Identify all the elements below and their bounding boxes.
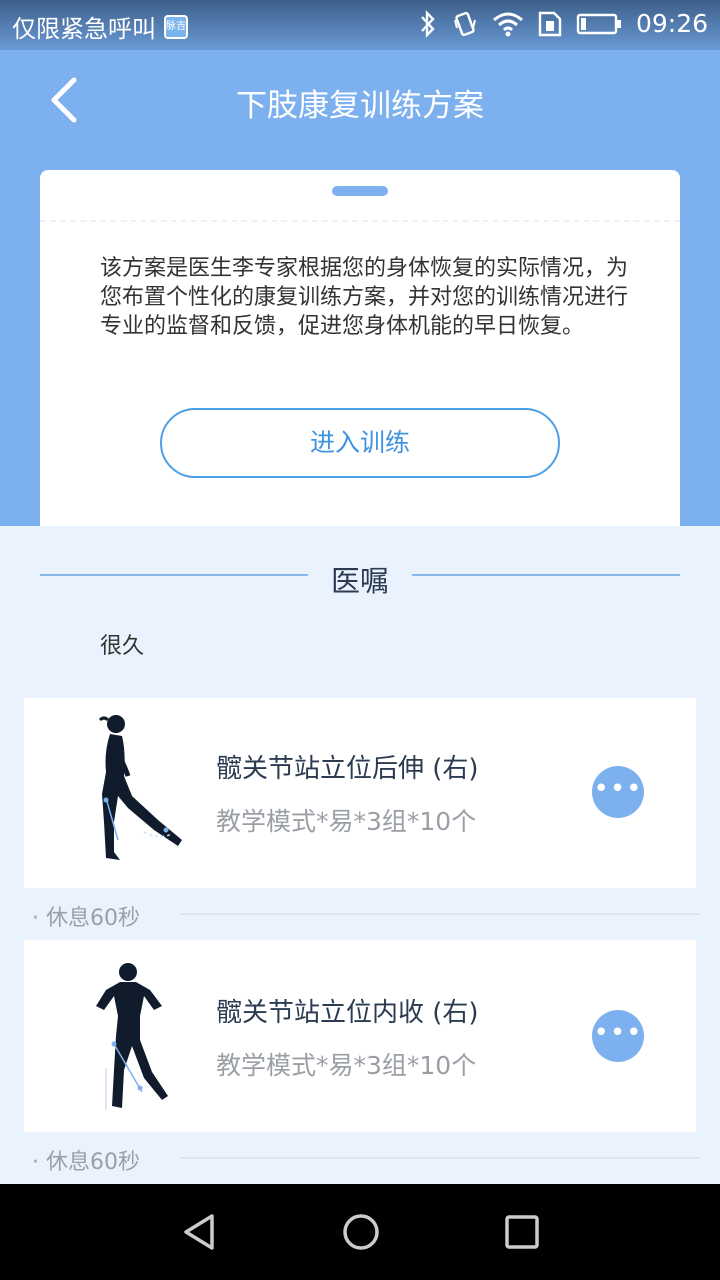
bluetooth-icon	[418, 9, 438, 38]
emergency-calls-text: 仅限紧急呼叫	[12, 15, 156, 43]
system-nav-bar	[0, 1184, 720, 1280]
exercise-item[interactable]: 髋关节站立位内收 (右) 教学模式*易*3组*10个 •••	[24, 940, 696, 1132]
clock-text: 09:26	[635, 9, 708, 38]
rest-divider	[180, 1157, 700, 1159]
exercise-name: 髋关节站立位内收 (右)	[216, 998, 479, 1028]
exercise-item[interactable]: 髋关节站立位后伸 (右) 教学模式*易*3组*10个 •••	[24, 698, 696, 888]
rest-label: · 休息60秒	[32, 1150, 140, 1175]
hip-adduction-figure-icon	[84, 960, 194, 1120]
plan-card: 该方案是医生李专家根据您的身体恢复的实际情况，为您布置个性化的康复训练方案，并对…	[40, 170, 680, 526]
card-handle	[332, 186, 388, 196]
battery-icon	[576, 12, 622, 36]
status-right: 09:26	[418, 9, 708, 38]
rest-divider	[180, 913, 700, 915]
app-badge-icon: 脉吉	[164, 14, 188, 39]
advice-section-title: 医嘱	[330, 564, 389, 598]
more-button[interactable]: •••	[592, 1010, 644, 1062]
vibrate-icon	[452, 10, 478, 38]
more-dots-icon: •••	[593, 1018, 643, 1048]
sim-card-icon	[538, 11, 562, 37]
advice-text: 很久	[100, 634, 145, 659]
wifi-icon	[492, 11, 524, 37]
more-dots-icon: •••	[593, 774, 643, 804]
rest-label: · 休息60秒	[32, 906, 140, 931]
exercise-detail: 教学模式*易*3组*10个	[216, 807, 477, 836]
plan-description: 该方案是医生李专家根据您的身体恢复的实际情况，为您布置个性化的康复训练方案，并对…	[100, 256, 629, 339]
back-triangle-icon[interactable]	[180, 1212, 220, 1252]
status-left: 仅限紧急呼叫 脉吉	[12, 9, 188, 44]
recents-square-icon[interactable]	[502, 1212, 542, 1252]
exercise-detail: 教学模式*易*3组*10个	[216, 1051, 477, 1080]
exercise-name: 髋关节站立位后伸 (右)	[216, 754, 479, 784]
status-bar: 仅限紧急呼叫 脉吉 09:26	[0, 0, 720, 50]
page-title: 下肢康复训练方案	[236, 88, 484, 124]
card-divider	[40, 220, 680, 222]
more-button[interactable]: •••	[592, 766, 644, 818]
enter-training-button[interactable]: 进入训练	[160, 408, 560, 478]
home-circle-icon[interactable]	[341, 1212, 381, 1252]
hip-extension-figure-icon	[84, 712, 194, 872]
